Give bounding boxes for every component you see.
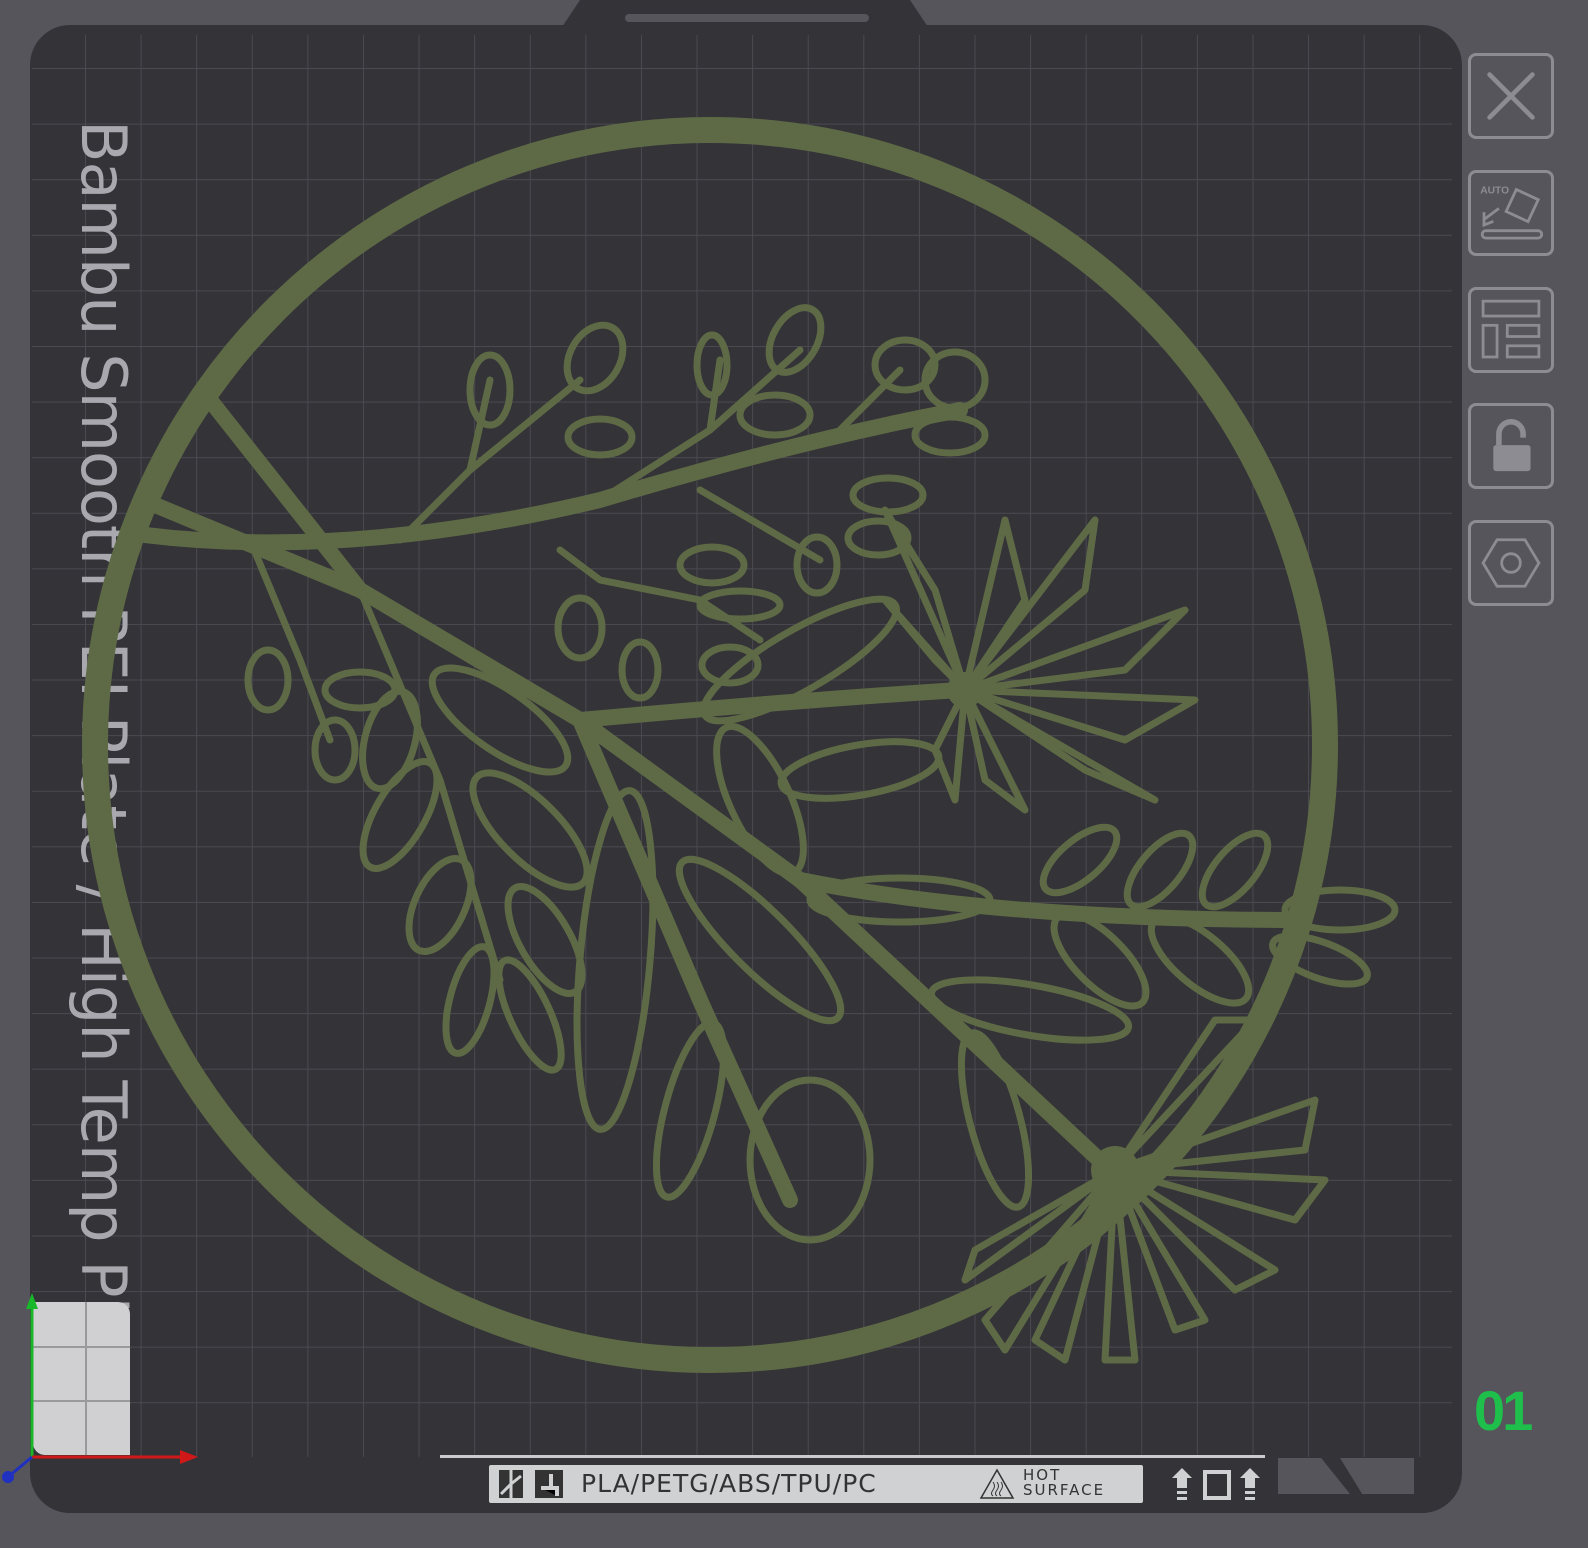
plate-orientation-icon bbox=[1172, 1468, 1260, 1500]
plate-front-edge bbox=[440, 1455, 1265, 1458]
material-compatibility: PLA/PETG/ABS/TPU/PC bbox=[581, 1469, 877, 1498]
arrange-icon bbox=[1481, 299, 1541, 359]
auto-orient-button[interactable]: AUTO bbox=[1468, 170, 1554, 256]
close-icon bbox=[1487, 72, 1535, 120]
plate-material-label: PLA/PETG/ABS/TPU/PC HOT SURFACE bbox=[489, 1465, 1143, 1503]
plate-number: 01 bbox=[1474, 1379, 1533, 1442]
warning-surface: SURFACE bbox=[1023, 1481, 1106, 1499]
arrange-button[interactable] bbox=[1468, 287, 1554, 373]
hot-surface-icon bbox=[979, 1468, 1015, 1499]
unlock-icon bbox=[1493, 419, 1531, 472]
auto-label: AUTO bbox=[1480, 185, 1509, 196]
plate-logo-icon bbox=[499, 1470, 563, 1498]
close-button[interactable] bbox=[1468, 53, 1554, 139]
lock-button[interactable] bbox=[1468, 403, 1554, 489]
plate-settings-icon bbox=[1481, 538, 1541, 588]
model-floral-hoop[interactable] bbox=[0, 0, 1588, 1548]
plate-settings-button[interactable] bbox=[1468, 520, 1554, 606]
axes-indicator bbox=[2, 1293, 198, 1483]
auto-orient-icon: AUTO bbox=[1480, 185, 1544, 240]
